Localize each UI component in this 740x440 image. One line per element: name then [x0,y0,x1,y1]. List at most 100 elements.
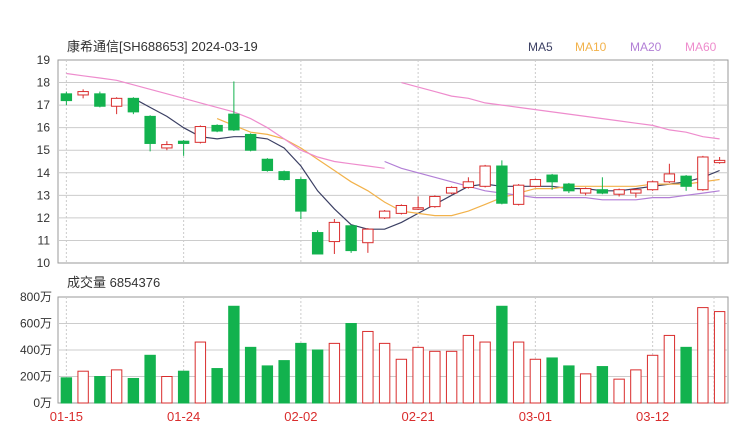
x-tick-label: 02-02 [284,409,317,424]
price-y-tick-label: 19 [37,53,51,67]
candle-up [378,210,391,219]
candle-down [496,165,508,204]
volume-bar-up [429,350,441,404]
x-tick-label: 03-12 [636,409,669,424]
legend-ma5: MA5 [528,40,553,54]
volume-bar-up [579,373,592,404]
candle-up [697,156,709,191]
candle-up [462,181,475,188]
volume-bar-down [144,354,156,404]
candle-up [362,228,374,244]
candle-up [110,97,123,107]
legend-ma10: MA10 [575,40,607,54]
ma-line-ma5 [133,97,720,230]
volume-y-tick-label: 200万 [20,370,52,384]
candle-down [596,189,609,194]
candle-up [395,204,408,214]
chart-title: 康希通信[SH688653] 2024-03-19 [67,39,258,54]
price-plot-frame [57,59,729,264]
volume-bar-up [663,334,676,404]
candle-up [479,165,491,187]
volume-bar-up [445,350,458,404]
volume-bar-down [295,342,307,404]
volume-bar-down [546,357,558,404]
price-y-tick-label: 11 [38,233,51,247]
candle-down [261,158,274,172]
volume-bar-down [278,360,290,404]
x-tick-label: 01-24 [167,409,200,424]
volume-bar-up [77,370,89,404]
candle-up [713,159,726,164]
candle-up [412,207,424,210]
volume-y-tick-label: 400万 [20,343,52,357]
volume-bar-down [177,370,190,404]
stock-chart: 康希通信[SH688653] 2024-03-19 MA5 MA10 MA20 … [20,39,729,424]
candle-down [345,225,357,252]
candle-down [177,140,190,144]
volume-y-tick-label: 800万 [20,290,52,304]
ma-line-ma10 [216,118,720,217]
price-y-tick-label: 16 [37,121,51,135]
volume-bar-down [496,305,508,404]
ma-legend: MA5 MA10 MA20 MA60 [528,40,717,54]
volume-bar-down [261,365,274,404]
volume-bar-down [563,365,575,404]
price-y-tick-label: 10 [37,256,51,270]
volume-panel: 800万 600万 400万 200万 0万01-15 01-24 02-02 02-21 03… [20,290,729,424]
volume-bar-down [228,305,240,404]
candle-up [429,195,441,208]
price-y-tick-label: 17 [37,98,51,112]
volume-bar-up [395,358,408,404]
volume-bar-down [680,346,692,404]
candle-down [211,124,223,132]
volume-bar-up [479,341,491,404]
candle-up [579,188,592,194]
x-tick-label: 01-15 [50,409,83,424]
ma-line-ma60 [66,72,385,169]
candle-down [244,133,257,151]
ma-line-ma60 [401,82,720,140]
candle-down [278,171,290,181]
volume-bar-up [713,311,726,404]
candle-up [646,181,659,191]
volume-y-tick-label: 600万 [20,317,52,331]
candle-down [680,175,692,187]
price-y-tick-label: 15 [37,143,51,157]
price-y-tick-label: 12 [37,211,51,225]
volume-bar-up [529,358,542,404]
candle-down [60,93,73,102]
candle-up [512,184,525,205]
candle-up [613,189,625,195]
volume-bar-down [244,346,257,404]
candle-down [311,232,324,255]
volume-bar-up [110,369,123,404]
volume-bar-down [127,377,140,404]
volume-bar-down [94,376,106,404]
x-tick-label: 02-21 [402,409,435,424]
legend-ma20: MA20 [630,40,662,54]
volume-bar-up [462,334,475,404]
volume-bar-up [362,330,374,404]
volume-bar-up [378,342,391,404]
volume-bar-down [311,349,324,404]
candle-down [563,183,575,192]
candle-down [127,97,140,113]
legend-ma60: MA60 [685,40,717,54]
candle-up [663,173,676,183]
volume-y-tick-label: 0万 [33,396,52,410]
candle-down [228,113,240,131]
candle-up [529,179,542,187]
volume-bar-down [211,368,223,404]
volume-bar-up [630,369,642,404]
volume-bar-up [646,354,659,404]
candle-down [546,174,558,183]
candle-up [328,221,341,243]
candle-down [295,179,307,212]
candle-down [144,115,156,144]
x-tick-label: 03-01 [519,409,552,424]
price-panel: 19 18 17 16 15 14 13 12 11 10 [37,53,729,270]
volume-bar-up [194,341,207,404]
candle-up [630,189,642,194]
volume-bar-up [161,376,173,404]
volume-bar-up [328,342,341,404]
